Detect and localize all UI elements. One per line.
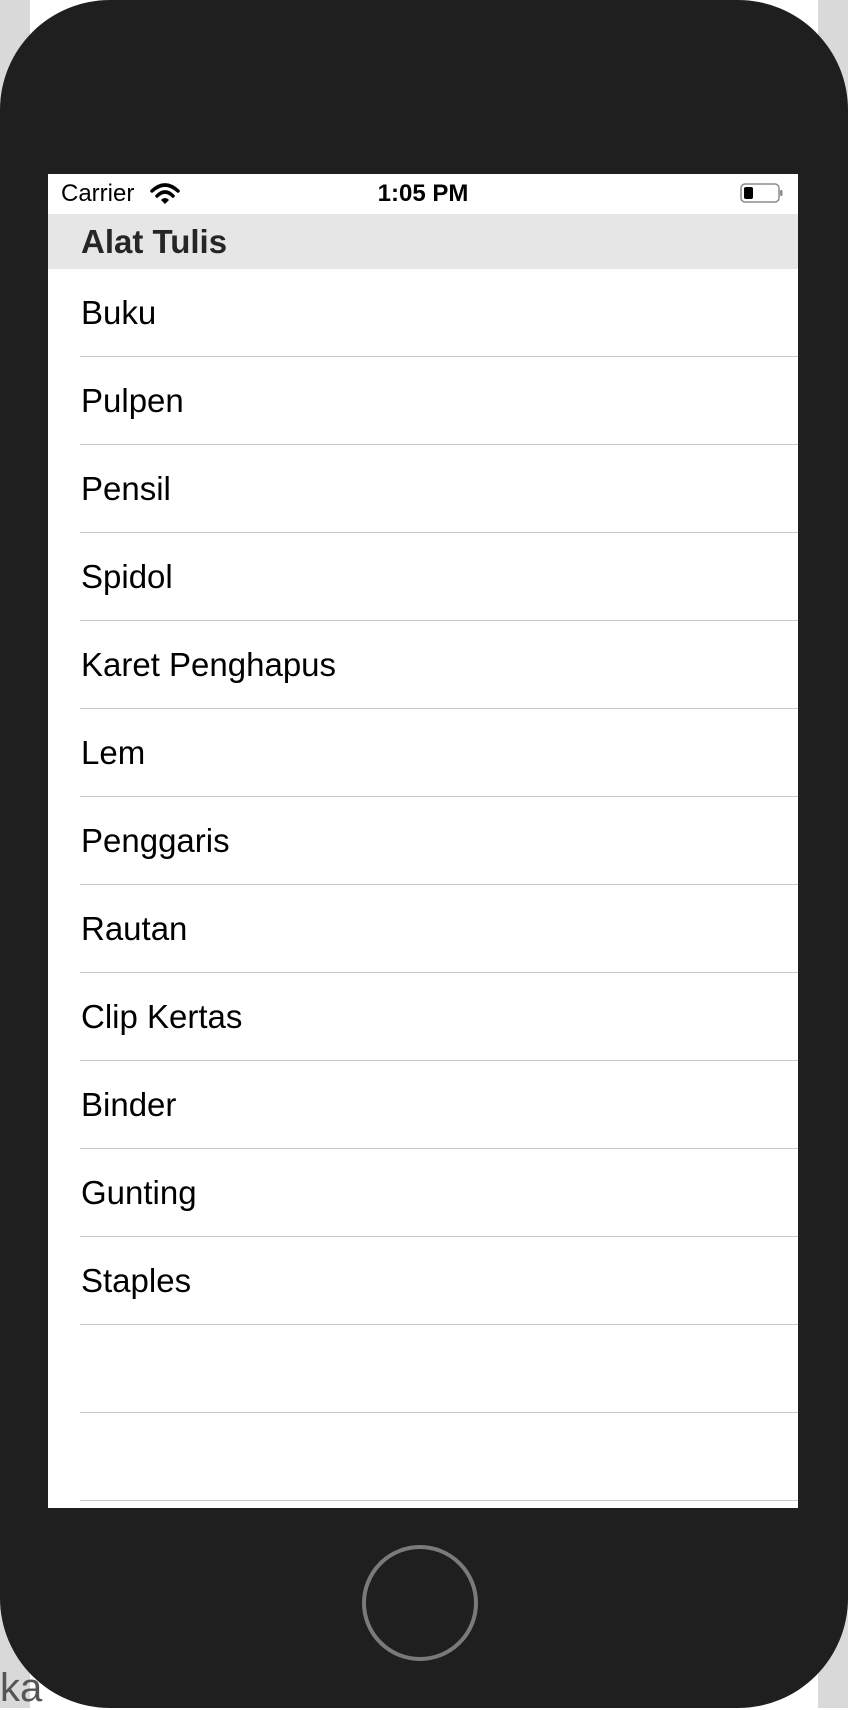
table-list: Buku Pulpen Pensil Spidol Karet Penghapu… (48, 269, 798, 1501)
home-button[interactable] (362, 1545, 478, 1661)
list-item-label: Clip Kertas (81, 999, 242, 1035)
list-item[interactable]: Binder (48, 1061, 798, 1149)
list-item[interactable]: Rautan (48, 885, 798, 973)
list-item[interactable]: Karet Penghapus (48, 621, 798, 709)
list-item-label: Buku (81, 295, 156, 331)
list-item[interactable]: Penggaris (48, 797, 798, 885)
list-item[interactable]: Staples (48, 1237, 798, 1325)
list-item[interactable]: Gunting (48, 1149, 798, 1237)
status-time: 1:05 PM (48, 180, 798, 208)
battery-icon (740, 183, 784, 203)
empty-row (48, 1325, 798, 1413)
list-item[interactable]: Buku (48, 269, 798, 357)
phone-frame: Carrier 1:05 PM Alat Tulis Buku Pulpen P… (0, 0, 848, 1708)
list-item-label: Spidol (81, 559, 173, 595)
list-item[interactable]: Clip Kertas (48, 973, 798, 1061)
list-item-label: Binder (81, 1087, 176, 1123)
section-title: Alat Tulis (81, 224, 227, 260)
list-item-label: Staples (81, 1263, 191, 1299)
empty-row (48, 1413, 798, 1501)
background-caption: ka (0, 1668, 42, 1708)
list-item[interactable]: Lem (48, 709, 798, 797)
list-item[interactable]: Pulpen (48, 357, 798, 445)
list-item-label: Gunting (81, 1175, 197, 1211)
list-item-label: Penggaris (81, 823, 230, 859)
list-item-label: Karet Penghapus (81, 647, 336, 683)
list-item[interactable]: Pensil (48, 445, 798, 533)
list-item-label: Pensil (81, 471, 171, 507)
list-item-label: Pulpen (81, 383, 184, 419)
phone-screen: Carrier 1:05 PM Alat Tulis Buku Pulpen P… (48, 174, 798, 1508)
list-item[interactable]: Spidol (48, 533, 798, 621)
list-item-label: Lem (81, 735, 145, 771)
status-bar: Carrier 1:05 PM (48, 174, 798, 214)
list-item-label: Rautan (81, 911, 187, 947)
section-header: Alat Tulis (48, 214, 798, 269)
